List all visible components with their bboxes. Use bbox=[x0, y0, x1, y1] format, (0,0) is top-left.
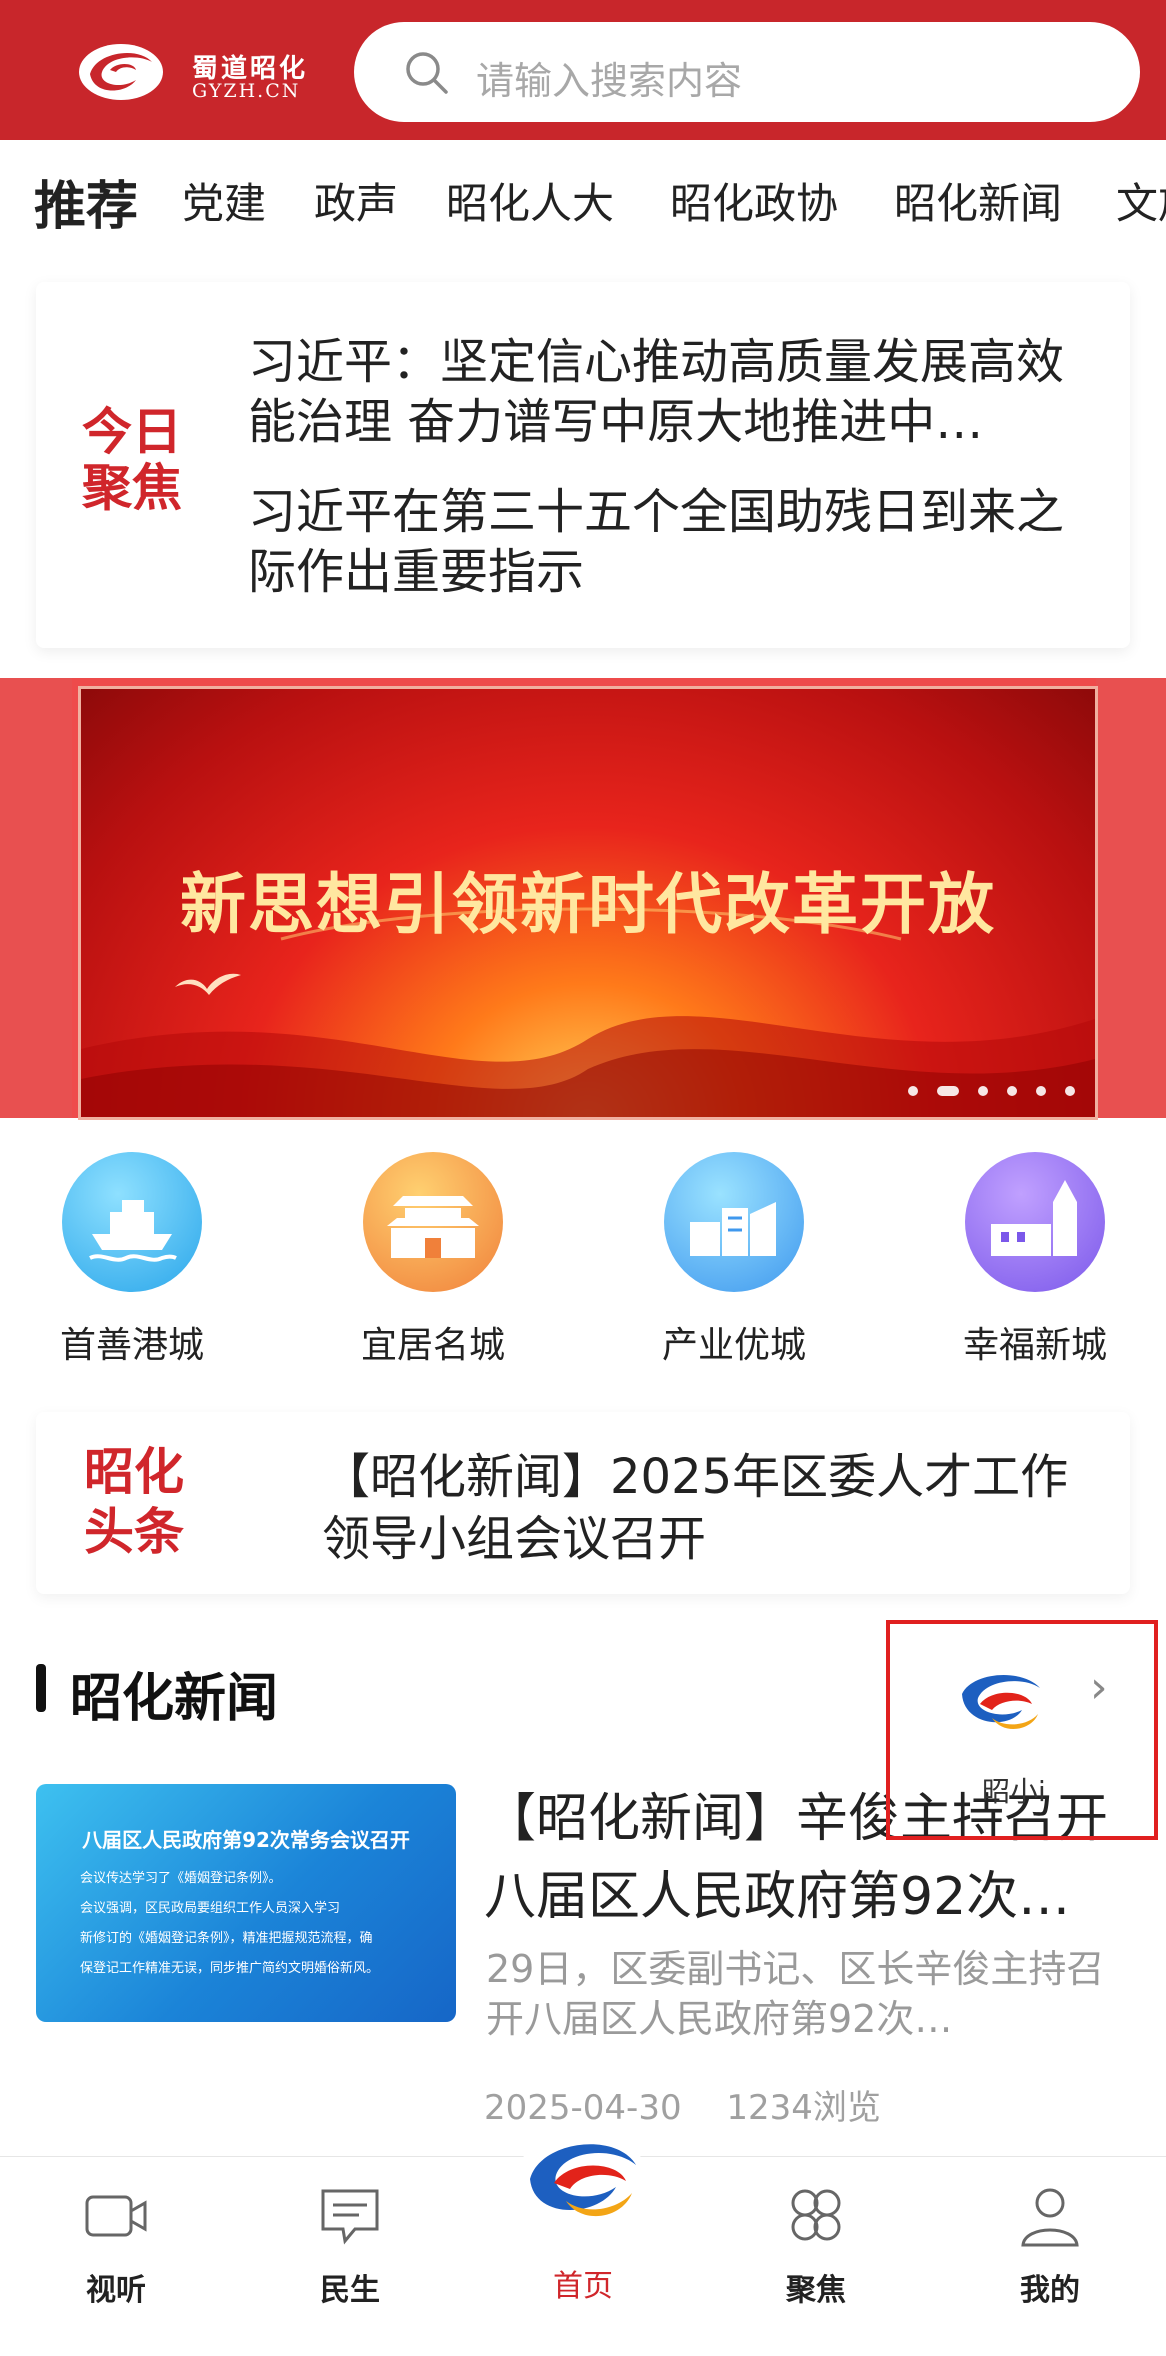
search-placeholder: 请输入搜索内容 bbox=[476, 59, 743, 103]
news-views: 1234浏览 bbox=[726, 2088, 881, 2128]
carousel-dot bbox=[907, 1086, 918, 1096]
news-summary: 29日，区委副书记、区长辛俊主持召开八届区人民政府第92次… bbox=[486, 1947, 1105, 2041]
app-header: 蜀道昭化 GYZH.CN 请输入搜索内容 bbox=[0, 0, 1166, 140]
thumbnail-line: 保登记工作精准无误，同步推广简约文明婚俗新风。 bbox=[80, 1961, 380, 1976]
nav-label: 我的 bbox=[1020, 2273, 1080, 2308]
carousel-dot bbox=[1006, 1086, 1017, 1096]
quick-link-label: 首善港城 bbox=[59, 1325, 204, 1366]
tab-government[interactable]: 政声 bbox=[314, 170, 398, 231]
category-tabs: 推荐 党建 政声 昭化人大 昭化政协 昭化新闻 文旅 bbox=[0, 140, 1166, 260]
assistant-float-button[interactable]: 昭小i bbox=[886, 1620, 1158, 1840]
thumbnail-line: 会议强调，区民政局要组织工作人员深入学习 bbox=[80, 1901, 341, 1916]
headline-label: 昭化头条 bbox=[84, 1443, 184, 1561]
banner-slide[interactable]: 新思想引领新时代改革开放 bbox=[78, 686, 1098, 1120]
nav-livelihood[interactable]: 民生 bbox=[270, 2183, 430, 2309]
quick-link-label: 幸福新城 bbox=[962, 1325, 1107, 1366]
quick-link-label: 产业优城 bbox=[661, 1325, 806, 1366]
user-icon bbox=[1021, 2188, 1079, 2247]
quick-link-industry-city[interactable]: 产业优城 bbox=[634, 1152, 834, 1368]
today-focus-card: 今日聚焦 习近平：坚定信心推动高质量发展高效能治理 奋力谱写中原大地推进中… 习… bbox=[36, 282, 1130, 648]
quick-link-port-city[interactable]: 首善港城 bbox=[32, 1152, 232, 1368]
search-bar[interactable]: 请输入搜索内容 bbox=[354, 22, 1140, 122]
thumbnail-line: 会议传达学习了《婚姻登记条例》。 bbox=[80, 1871, 282, 1886]
carousel-dot-active bbox=[936, 1086, 959, 1096]
thumbnail-title: 八届区人民政府第92次常务会议召开 bbox=[82, 1828, 410, 1852]
bird-icon bbox=[175, 973, 241, 995]
headline-text: 【昭化新闻】2025年区委人才工作领导小组会议召开 bbox=[322, 1449, 1069, 1567]
search-icon bbox=[406, 52, 448, 94]
carousel-indicator bbox=[894, 1081, 1075, 1100]
chat-icon bbox=[321, 2189, 379, 2245]
section-title: 昭化新闻 bbox=[70, 1669, 279, 1729]
ship-icon bbox=[62, 1152, 202, 1292]
tab-party-building[interactable]: 党建 bbox=[182, 170, 266, 231]
home-logo-icon[interactable] bbox=[520, 2121, 644, 2231]
next-slide-peek[interactable] bbox=[1096, 678, 1166, 1118]
app-logo-icon[interactable] bbox=[76, 40, 166, 104]
quick-link-livable-city[interactable]: 宜居名城 bbox=[333, 1152, 533, 1368]
carousel-dot bbox=[1035, 1086, 1046, 1096]
news-thumbnail[interactable]: 八届区人民政府第92次常务会议召开 会议传达学习了《婚姻登记条例》。 会议强调，… bbox=[36, 1784, 456, 2022]
church-icon bbox=[965, 1152, 1105, 1292]
tab-peoples-congress[interactable]: 昭化人大 bbox=[446, 170, 614, 231]
today-focus-label: 今日聚焦 bbox=[82, 403, 182, 517]
banner-carousel[interactable]: 新思想引领新时代改革开放 bbox=[0, 678, 1166, 1120]
video-icon bbox=[85, 2195, 147, 2237]
nav-label: 聚焦 bbox=[786, 2273, 846, 2308]
nav-label: 首页 bbox=[553, 2269, 613, 2304]
nav-profile[interactable]: 我的 bbox=[970, 2183, 1130, 2309]
assistant-label: 昭小i bbox=[982, 1775, 1046, 1808]
tab-culture-tourism[interactable]: 文旅 bbox=[1116, 170, 1166, 231]
banner-title: 新思想引领新时代改革开放 bbox=[180, 866, 996, 943]
brand-domain: GYZH.CN bbox=[192, 80, 301, 102]
quick-link-happy-city[interactable]: 幸福新城 bbox=[935, 1152, 1135, 1368]
prev-slide-peek[interactable] bbox=[0, 678, 72, 1118]
news-meta: 2025-04-30 1234浏览 bbox=[484, 2080, 915, 2129]
carousel-dot bbox=[977, 1086, 988, 1096]
nav-label: 视听 bbox=[86, 2273, 146, 2308]
thumbnail-line: 新修订的《婚姻登记条例》，精准把握规范流程，确 bbox=[80, 1931, 373, 1946]
bottom-navigation: 视听 民生 首页 聚焦 我的 bbox=[0, 2121, 1166, 2356]
carousel-dot bbox=[1065, 1086, 1075, 1096]
zhaohua-headline-card[interactable]: 昭化头条 【昭化新闻】2025年区委人才工作领导小组会议召开 bbox=[36, 1412, 1130, 1594]
nav-label: 民生 bbox=[320, 2273, 380, 2308]
tab-recommend[interactable]: 推荐 bbox=[34, 164, 138, 239]
gate-tower-icon bbox=[363, 1152, 503, 1292]
tab-cppcc[interactable]: 昭化政协 bbox=[670, 170, 838, 231]
nav-focus[interactable]: 聚焦 bbox=[736, 2183, 896, 2309]
tab-zhaohua-news[interactable]: 昭化新闻 bbox=[894, 170, 1062, 231]
quick-link-label: 宜居名城 bbox=[360, 1325, 505, 1366]
factory-icon bbox=[664, 1152, 804, 1292]
focus-headline[interactable]: 习近平：坚定信心推动高质量发展高效能治理 奋力谱写中原大地推进中… bbox=[248, 332, 1108, 452]
section-accent-bar bbox=[36, 1664, 46, 1712]
focus-headline[interactable]: 习近平在第三十五个全国助残日到来之际作出重要指示 bbox=[248, 482, 1108, 602]
assistant-logo-icon bbox=[962, 1675, 1040, 1730]
grid-icon bbox=[791, 2189, 841, 2241]
nav-audio-video[interactable]: 视听 bbox=[36, 2183, 196, 2309]
